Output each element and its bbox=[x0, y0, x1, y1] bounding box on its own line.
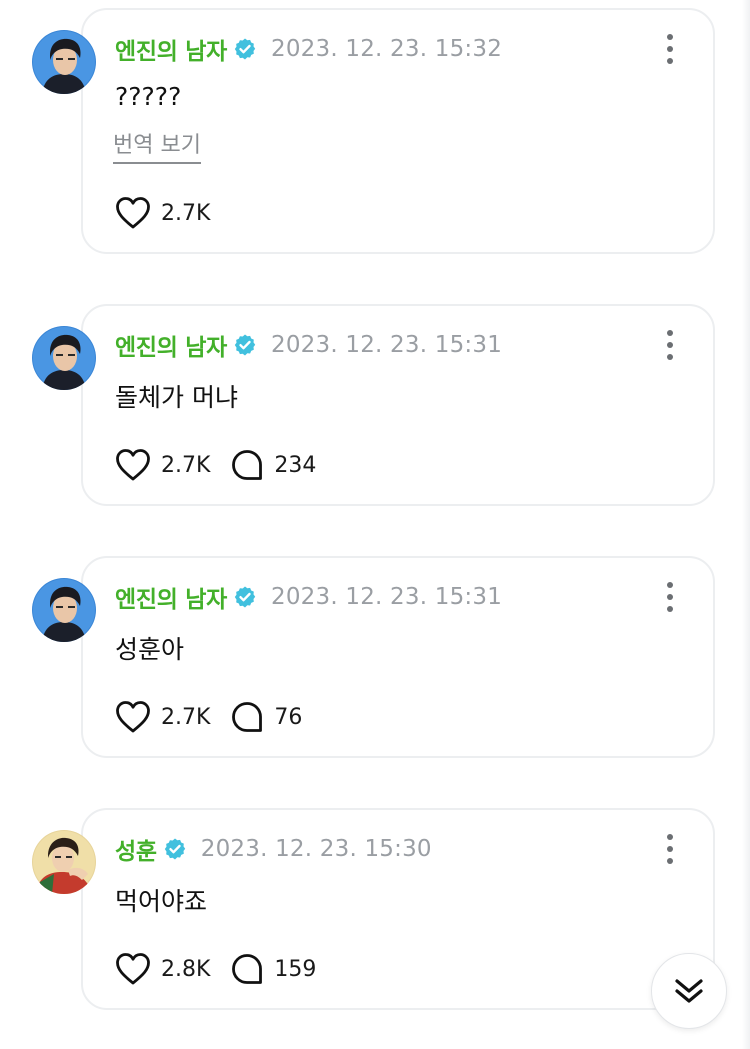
comment-button[interactable]: 76 bbox=[230, 700, 302, 734]
more-vertical-icon[interactable] bbox=[665, 330, 675, 360]
post-timestamp: 2023. 12. 23. 15:31 bbox=[271, 332, 503, 358]
author-name[interactable]: 엔진의 남자 bbox=[115, 32, 227, 66]
like-count: 2.7K bbox=[161, 704, 211, 730]
comment-button[interactable]: 234 bbox=[230, 448, 316, 482]
author-name[interactable]: 엔진의 남자 bbox=[115, 328, 227, 362]
post-text: ????? bbox=[115, 82, 182, 111]
more-vertical-icon[interactable] bbox=[665, 582, 675, 612]
avatar[interactable] bbox=[32, 578, 96, 642]
comment-count: 159 bbox=[274, 956, 317, 982]
translate-link[interactable]: 번역 보기 bbox=[113, 127, 201, 164]
post-text: 돌체가 머냐 bbox=[115, 383, 238, 412]
verified-badge-icon bbox=[234, 334, 256, 356]
like-button[interactable]: 2.8K bbox=[115, 952, 210, 986]
comment-button[interactable]: 159 bbox=[230, 952, 316, 986]
post-text: 먹어야죠 bbox=[115, 887, 208, 916]
post-header: 엔진의 남자 2023. 12. 23. 15:32 bbox=[115, 32, 502, 66]
heart-icon bbox=[116, 449, 150, 481]
heart-icon bbox=[116, 953, 150, 985]
scroll-to-bottom-button[interactable] bbox=[651, 953, 727, 1029]
comment-bubble-icon bbox=[232, 954, 263, 984]
comment-count: 234 bbox=[274, 452, 317, 478]
post-timestamp: 2023. 12. 23. 15:32 bbox=[271, 36, 503, 62]
post-timestamp: 2023. 12. 23. 15:31 bbox=[271, 584, 503, 610]
comment-count: 76 bbox=[274, 704, 303, 730]
like-count: 2.7K bbox=[161, 452, 211, 478]
post-card[interactable]: 엔진의 남자 2023. 12. 23. 15:31 성훈아 2.7K 76 bbox=[81, 556, 715, 758]
post-actions: 2.7K bbox=[115, 196, 230, 230]
like-button[interactable]: 2.7K bbox=[115, 700, 210, 734]
verified-badge-icon bbox=[234, 586, 256, 608]
author-name[interactable]: 성훈 bbox=[115, 832, 157, 866]
heart-icon bbox=[116, 701, 150, 733]
comment-bubble-icon bbox=[232, 702, 263, 732]
post-card[interactable]: 성훈 2023. 12. 23. 15:30 먹어야죠 2.8K 159 bbox=[81, 808, 715, 1010]
verified-badge-icon bbox=[234, 38, 256, 60]
post-header: 엔진의 남자 2023. 12. 23. 15:31 bbox=[115, 328, 502, 362]
scroll-edge bbox=[742, 0, 750, 1049]
more-vertical-icon[interactable] bbox=[665, 834, 675, 864]
avatar[interactable] bbox=[32, 326, 96, 390]
post-header: 성훈 2023. 12. 23. 15:30 bbox=[115, 832, 432, 866]
post-timestamp: 2023. 12. 23. 15:30 bbox=[200, 836, 432, 862]
like-button[interactable]: 2.7K bbox=[115, 196, 210, 230]
post-actions: 2.7K 234 bbox=[115, 448, 336, 482]
heart-icon bbox=[116, 197, 150, 229]
post-card[interactable]: 엔진의 남자 2023. 12. 23. 15:31 돌체가 머냐 2.7K 2… bbox=[81, 304, 715, 506]
comment-feed: 엔진의 남자 2023. 12. 23. 15:32 ????? 번역 보기 2… bbox=[0, 0, 750, 1049]
comment-bubble-icon bbox=[232, 450, 263, 480]
like-count: 2.7K bbox=[161, 200, 211, 226]
author-name[interactable]: 엔진의 남자 bbox=[115, 580, 227, 614]
post-text: 성훈아 bbox=[115, 635, 185, 664]
post-header: 엔진의 남자 2023. 12. 23. 15:31 bbox=[115, 580, 502, 614]
post-actions: 2.8K 159 bbox=[115, 952, 336, 986]
post-actions: 2.7K 76 bbox=[115, 700, 322, 734]
post-card[interactable]: 엔진의 남자 2023. 12. 23. 15:32 ????? 번역 보기 2… bbox=[81, 8, 715, 254]
like-button[interactable]: 2.7K bbox=[115, 448, 210, 482]
like-count: 2.8K bbox=[161, 956, 211, 982]
verified-badge-icon bbox=[164, 838, 185, 860]
double-chevron-down-icon bbox=[675, 979, 703, 1003]
avatar[interactable] bbox=[32, 830, 96, 894]
avatar[interactable] bbox=[32, 30, 96, 94]
more-vertical-icon[interactable] bbox=[665, 34, 675, 64]
